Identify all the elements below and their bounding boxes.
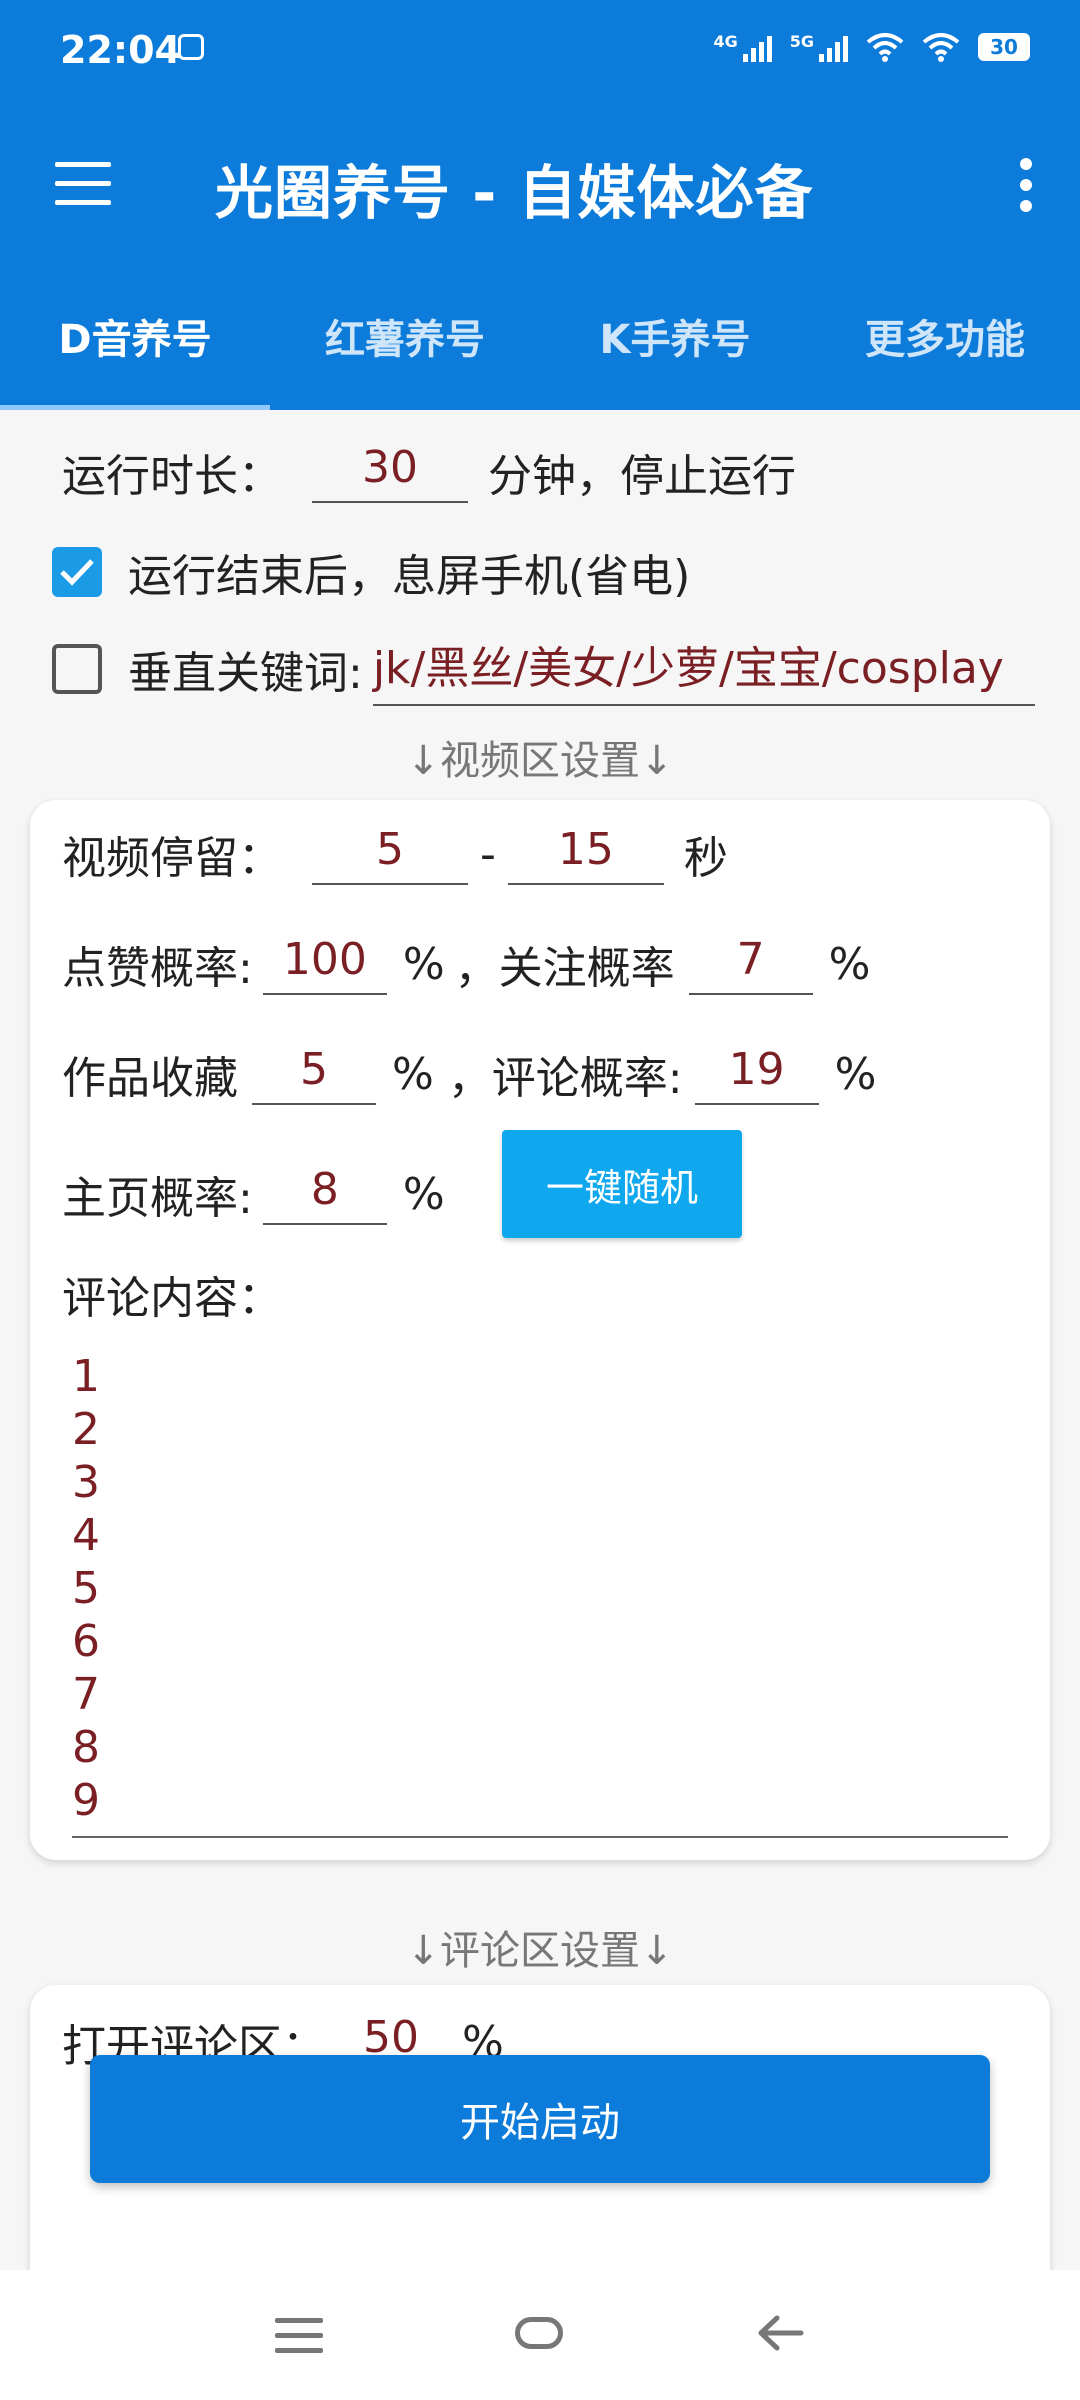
collect-rate-input[interactable]: 5	[252, 1044, 376, 1105]
system-nav-bar	[0, 2270, 1080, 2400]
recent-apps-icon[interactable]	[275, 2318, 323, 2363]
network-type-label: 4G	[713, 32, 738, 51]
homepage-rate-label: 主页概率:	[62, 1173, 253, 1224]
tab-bar: D音养号 红薯养号 K手养号 更多功能	[0, 275, 1080, 410]
homepage-row: 主页概率: 8 %	[62, 1162, 445, 1226]
tab-hong-shu[interactable]: 红薯养号	[270, 275, 540, 410]
run-duration-label: 运行时长：	[62, 451, 282, 502]
comment-line: 5	[72, 1563, 100, 1614]
keywords-row: 垂直关键词: jk/黑丝/美女/少萝/宝宝/cosplay	[52, 632, 1035, 706]
homepage-rate-unit: %	[402, 1168, 445, 1220]
keywords-label: 垂直关键词:	[128, 648, 363, 699]
homepage-rate-input[interactable]: 8	[262, 1164, 387, 1225]
video-stay-max-input[interactable]: 15	[507, 824, 664, 885]
cellular-signal-icon: 4G	[713, 32, 772, 62]
run-duration-input[interactable]: 30	[312, 442, 468, 503]
status-bar: 22:04 4G 5G 30	[0, 0, 1080, 100]
status-icons: 4G 5G 30	[713, 32, 1030, 62]
tab-d-yin[interactable]: D音养号	[0, 275, 270, 410]
video-stay-label: 视频停留：	[62, 833, 282, 884]
battery-icon: 30	[978, 33, 1030, 61]
comment-content-textarea[interactable]: 1 2 3 4 5 6 7 8 9	[72, 1350, 1008, 1838]
like-rate-unit: %	[402, 938, 445, 990]
run-duration-row: 运行时长： 30 分钟，停止运行	[62, 440, 796, 504]
video-section-title: ↓视频区设置↓	[406, 738, 674, 784]
tab-k-shou[interactable]: K手养号	[540, 275, 810, 410]
run-duration-suffix: 分钟，停止运行	[488, 451, 796, 502]
app-title: 光圈养号 - 自媒体必备	[215, 159, 814, 227]
comment-section-title: ↓评论区设置↓	[406, 1928, 674, 1974]
collect-comment-row: 作品收藏 5 % ，评论概率: 19 %	[62, 1042, 876, 1106]
like-follow-row: 点赞概率: 100 % ，关注概率 7 %	[62, 932, 870, 996]
notification-app-icon	[178, 34, 204, 60]
hamburger-menu-icon[interactable]	[55, 162, 111, 206]
screen-off-label: 运行结束后，息屏手机(省电)	[128, 551, 691, 602]
keywords-input[interactable]: jk/黑丝/美女/少萝/宝宝/cosplay	[372, 632, 1035, 706]
screen-off-row[interactable]: 运行结束后，息屏手机(省电)	[52, 540, 690, 604]
like-rate-input[interactable]: 100	[262, 934, 387, 995]
wifi-icon	[866, 33, 904, 62]
follow-rate-unit: %	[828, 938, 871, 990]
cellular-signal-icon-2: 5G	[790, 32, 848, 62]
tab-more[interactable]: 更多功能	[810, 275, 1080, 410]
comment-content-label: 评论内容：	[62, 1273, 282, 1324]
comment-rate-unit: %	[834, 1048, 877, 1100]
comment-line: 1	[72, 1351, 100, 1402]
video-stay-unit: 秒	[683, 833, 728, 884]
video-stay-min-input[interactable]: 5	[312, 824, 468, 885]
checkmark-icon	[60, 559, 94, 586]
app-bar: 光圈养号 - 自媒体必备	[0, 100, 1080, 275]
random-button[interactable]: 一键随机	[502, 1130, 742, 1238]
comment-line: 3	[72, 1457, 100, 1508]
keywords-checkbox[interactable]	[52, 644, 102, 694]
collect-rate-unit: %	[392, 1048, 434, 1100]
network-type-label-2: 5G	[789, 32, 814, 51]
comment-line: 7	[72, 1669, 100, 1720]
comment-rate-label: ，评论概率:	[447, 1053, 683, 1104]
more-options-icon[interactable]	[1020, 158, 1032, 212]
video-stay-row: 视频停留： 5 - 15 秒	[62, 822, 728, 886]
comment-line: 9	[72, 1775, 100, 1826]
home-icon[interactable]	[515, 2317, 563, 2349]
start-button[interactable]: 开始启动	[90, 2055, 990, 2183]
collect-rate-label: 作品收藏	[62, 1053, 238, 1104]
status-time: 22:04	[60, 28, 181, 72]
comment-line: 6	[72, 1616, 100, 1667]
follow-rate-label: ，关注概率	[454, 943, 675, 994]
comment-rate-input[interactable]: 19	[694, 1044, 819, 1105]
main-content: 运行时长： 30 分钟，停止运行 运行结束后，息屏手机(省电) 垂直关键词: j…	[0, 410, 1080, 2270]
comment-line: 2	[72, 1404, 100, 1455]
like-rate-label: 点赞概率:	[62, 943, 253, 994]
wifi-icon-2	[922, 33, 960, 62]
comment-line: 4	[72, 1510, 100, 1561]
comment-line: 8	[72, 1722, 100, 1773]
screen-off-checkbox[interactable]	[52, 547, 102, 597]
follow-rate-input[interactable]: 7	[688, 934, 813, 995]
back-icon[interactable]	[755, 2308, 805, 2358]
video-stay-dash: -	[480, 828, 496, 880]
